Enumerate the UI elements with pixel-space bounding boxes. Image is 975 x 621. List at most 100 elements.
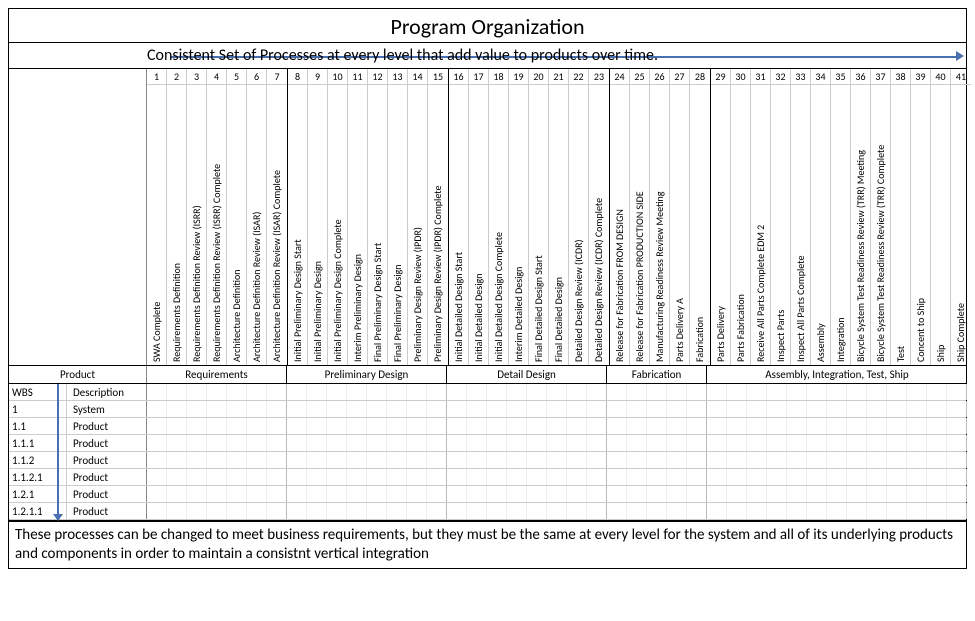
grid-cell — [627, 486, 647, 502]
grid-cell — [227, 401, 247, 417]
grid-cell — [567, 486, 587, 502]
grid-cell — [447, 418, 467, 434]
grid-cell — [827, 435, 847, 451]
column-number: 7 — [267, 69, 287, 85]
grid-cell — [427, 384, 447, 400]
column-label: Assembly — [811, 85, 830, 365]
column: 14Preliminary Design Review (IPDR) — [408, 69, 428, 365]
grid-cell — [947, 503, 967, 519]
column: 8Initial Preliminary Design Start — [288, 69, 308, 365]
grid-cell — [747, 401, 767, 417]
grid-cell — [247, 384, 267, 400]
grid-cell — [947, 418, 967, 434]
grid-cell — [247, 503, 267, 519]
column-number: 33 — [791, 69, 810, 85]
grid-cell — [927, 503, 947, 519]
grid-cell — [927, 469, 947, 485]
grid-cell — [827, 469, 847, 485]
grid-cell — [227, 384, 247, 400]
grid-cell — [207, 469, 227, 485]
grid-cell — [567, 452, 587, 468]
grid-cell — [607, 452, 627, 468]
grid-cell — [367, 435, 387, 451]
column-label: Parts Fabrication — [731, 85, 750, 365]
program-org-diagram: Program Organization Consistent Set of P… — [8, 8, 967, 569]
grid-cell — [727, 503, 747, 519]
grid-cell — [147, 435, 167, 451]
grid-cell — [167, 418, 187, 434]
wbs-row: 1.1Product — [9, 418, 966, 435]
grid-cell — [587, 435, 607, 451]
grid-cell — [387, 418, 407, 434]
grid-cell — [527, 435, 547, 451]
grid-cell — [847, 452, 867, 468]
grid-cell — [347, 384, 367, 400]
column-number: 41 — [951, 69, 971, 85]
column: 27Parts Delivery A — [670, 69, 690, 365]
grid-cell — [627, 401, 647, 417]
grid-cell — [627, 435, 647, 451]
grid-cell — [547, 384, 567, 400]
grid-cell — [907, 384, 927, 400]
grid-cell — [747, 418, 767, 434]
grid-cell — [727, 384, 747, 400]
grid-cell — [947, 435, 967, 451]
column: 31Receive All Parts Complete EDM 2 — [751, 69, 771, 365]
grid-cell — [547, 418, 567, 434]
wbs-description: Product — [67, 503, 147, 519]
grid-cell — [307, 418, 327, 434]
grid-cell — [367, 452, 387, 468]
grid-cell — [847, 503, 867, 519]
grid-cell — [167, 486, 187, 502]
column-number: 38 — [891, 69, 910, 85]
grid-cell — [747, 384, 767, 400]
grid-cell — [667, 503, 687, 519]
grid-cell — [267, 503, 287, 519]
grid-cell — [267, 435, 287, 451]
grid-cell — [567, 503, 587, 519]
grid-cell — [887, 503, 907, 519]
grid-cell — [687, 401, 707, 417]
grid-cell — [387, 486, 407, 502]
column-label: Ship Complete — [951, 85, 971, 365]
grid-cell — [267, 486, 287, 502]
grid-cell — [927, 435, 947, 451]
grid-cell — [807, 486, 827, 502]
grid-cell — [367, 486, 387, 502]
grid-cell — [827, 384, 847, 400]
grid-cell — [687, 486, 707, 502]
column-number: 32 — [771, 69, 790, 85]
grid-cell — [547, 435, 567, 451]
grid-cell — [707, 469, 727, 485]
grid-cell — [647, 384, 667, 400]
column: 25Release for Fabrication PRODUCTION SID… — [630, 69, 650, 365]
wbs-row: 1System — [9, 401, 966, 418]
column: 1SWA Complete — [147, 69, 167, 365]
wbs-header-row: WBSDescription — [9, 384, 966, 401]
grid-cell — [327, 503, 347, 519]
grid-cell — [867, 452, 887, 468]
column: 34Assembly — [811, 69, 831, 365]
wbs-description: Description — [67, 384, 147, 400]
column-number: 6 — [247, 69, 266, 85]
grid-cell — [867, 401, 887, 417]
phase-label: Preliminary Design — [287, 366, 447, 383]
product-arrow-head-icon — [53, 514, 63, 521]
column-number: 16 — [449, 69, 468, 85]
grid-cell — [467, 486, 487, 502]
grid-cell — [327, 452, 347, 468]
column-label: Final Detailed Design Start — [529, 85, 548, 365]
grid-cell — [567, 401, 587, 417]
column: 22Detailed Design Review (ICDR) — [569, 69, 589, 365]
grid-cell — [407, 486, 427, 502]
column-label: Final Detailed Design — [549, 85, 568, 365]
grid-cell — [627, 418, 647, 434]
grid-cell — [727, 452, 747, 468]
column-number: 34 — [811, 69, 830, 85]
grid-cell — [887, 435, 907, 451]
grid-cell — [907, 401, 927, 417]
wbs-table: WBSDescription1System1.1Product1.1.1Prod… — [9, 384, 966, 521]
column-label: Requirements Definition Review (ISRR) — [187, 85, 206, 365]
grid-cell — [327, 384, 347, 400]
column-number: 9 — [308, 69, 327, 85]
